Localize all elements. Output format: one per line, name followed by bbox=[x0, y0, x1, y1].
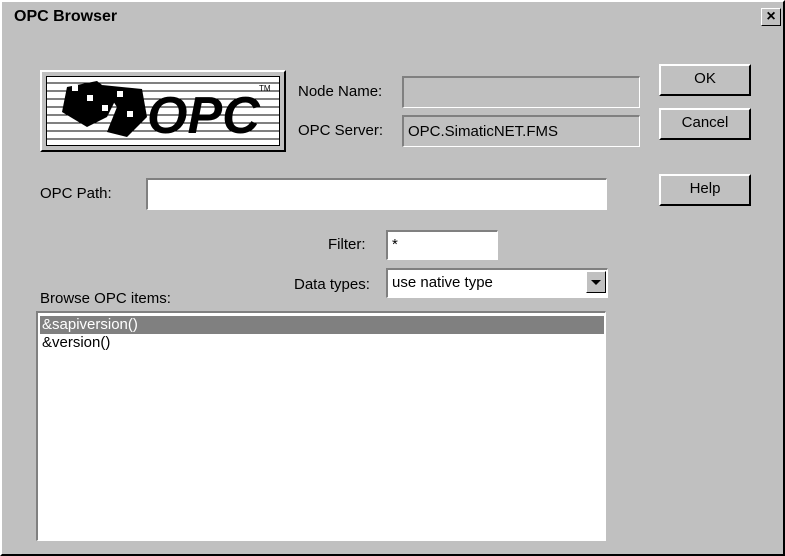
opc-path-label: OPC Path: bbox=[40, 185, 112, 202]
opc-server-value: OPC.SimaticNET.FMS bbox=[408, 123, 559, 140]
window-title: OPC Browser bbox=[14, 8, 118, 25]
node-name-label: Node Name: bbox=[298, 83, 383, 100]
data-types-value: use native type bbox=[392, 274, 493, 291]
filter-value: * bbox=[392, 236, 398, 253]
opc-server-field[interactable]: OPC.SimaticNET.FMS bbox=[402, 115, 640, 147]
items-list[interactable]: &sapiversion() &version() bbox=[36, 311, 606, 541]
opc-logo-text: OPC bbox=[147, 87, 261, 145]
title-bar: OPC Browser × bbox=[4, 4, 783, 32]
help-label: Help bbox=[689, 180, 721, 197]
close-icon: × bbox=[766, 8, 776, 25]
svg-text:TM: TM bbox=[259, 84, 271, 93]
node-name-field[interactable] bbox=[402, 76, 640, 108]
close-button[interactable]: × bbox=[761, 8, 781, 26]
cancel-button[interactable]: Cancel bbox=[659, 108, 751, 140]
data-types-dropdown-button[interactable] bbox=[586, 271, 606, 293]
opc-logo-frame: OPC TM bbox=[40, 70, 286, 152]
opc-server-label: OPC Server: bbox=[298, 122, 384, 139]
list-item-version[interactable]: &version() bbox=[40, 334, 110, 352]
opc-path-input[interactable] bbox=[146, 178, 607, 210]
ok-label: OK bbox=[694, 70, 716, 87]
cancel-label: Cancel bbox=[681, 114, 729, 131]
chevron-down-icon bbox=[591, 280, 601, 285]
browse-items-label: Browse OPC items: bbox=[40, 290, 171, 307]
opc-logo-graphic: OPC TM bbox=[47, 81, 279, 145]
data-types-select[interactable]: use native type bbox=[386, 268, 608, 298]
help-button[interactable]: Help bbox=[659, 174, 751, 206]
filter-input[interactable]: * bbox=[386, 230, 498, 260]
list-item-sapiversion[interactable]: &sapiversion() bbox=[40, 316, 604, 334]
opc-logo: OPC TM bbox=[46, 76, 280, 146]
filter-label: Filter: bbox=[328, 236, 366, 253]
ok-button[interactable]: OK bbox=[659, 64, 751, 96]
opc-browser-dialog: OPC Browser × OPC TM Node Name: OPC Serv… bbox=[0, 0, 785, 556]
data-types-label: Data types: bbox=[294, 276, 370, 293]
